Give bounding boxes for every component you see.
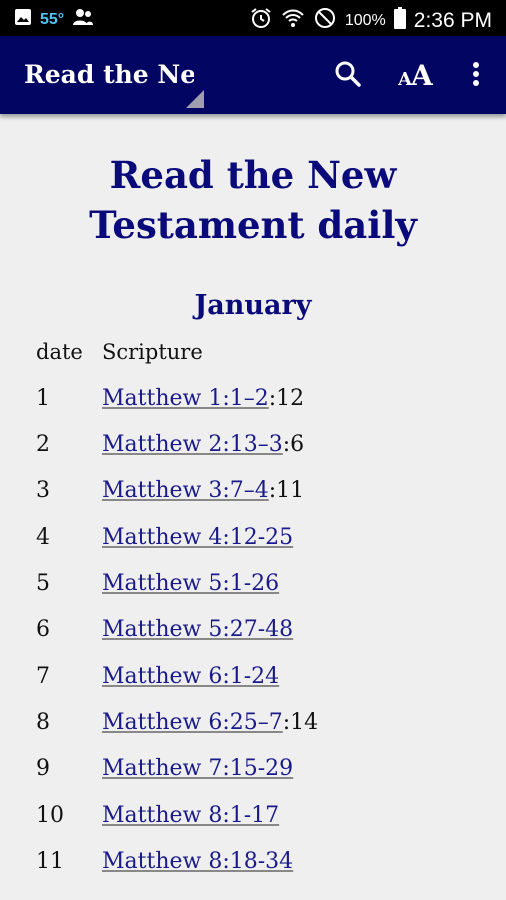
- scripture-link[interactable]: Matthew 2:13–3: [102, 432, 283, 457]
- reading-scripture: Matthew 3:7–4:11: [102, 478, 304, 503]
- scripture-suffix: :12: [268, 386, 305, 411]
- page-title-line1: Read the New: [109, 153, 397, 197]
- overflow-menu-button[interactable]: [464, 58, 488, 94]
- reading-date: 6: [36, 617, 50, 642]
- reading-date: 4: [36, 525, 50, 550]
- temperature: 55°: [40, 10, 65, 28]
- scripture-link[interactable]: Matthew 3:7–4: [102, 478, 269, 503]
- table-row: 10 Matthew 8:1-17: [0, 803, 506, 843]
- people-icon: [72, 8, 94, 31]
- font-size-icon: AA: [397, 59, 436, 92]
- dropdown-indicator-icon[interactable]: [186, 90, 204, 108]
- more-vert-icon: [472, 61, 480, 91]
- reading-scripture: Matthew 5:1-26: [102, 571, 279, 596]
- scripture-link[interactable]: Matthew 8:1-17: [102, 803, 279, 828]
- do-not-disturb-icon: [313, 6, 337, 35]
- table-row: 2 Matthew 2:13–3:6: [0, 432, 506, 472]
- reading-scripture: Matthew 7:15-29: [102, 756, 293, 781]
- scripture-suffix: :11: [268, 478, 305, 503]
- scripture-link[interactable]: Matthew 5:1-26: [102, 571, 279, 596]
- table-row: 7 Matthew 6:1-24: [0, 664, 506, 704]
- scripture-suffix: :6: [282, 432, 305, 457]
- reading-date: 10: [36, 803, 64, 828]
- reading-scripture: Matthew 1:1–2:12: [102, 386, 304, 411]
- status-left: 55°: [14, 8, 94, 31]
- search-button[interactable]: [330, 58, 366, 94]
- table-row: 11 Matthew 8:18-34: [0, 849, 506, 889]
- wifi-icon: [281, 6, 305, 35]
- clock: 2:36 PM: [413, 8, 492, 32]
- svg-text:A: A: [410, 60, 434, 88]
- text-size-button[interactable]: AA: [396, 58, 438, 94]
- scripture-column-header: Scripture: [102, 340, 203, 364]
- scripture-link[interactable]: Matthew 8:18-34: [102, 849, 293, 874]
- scripture-suffix: :14: [282, 710, 319, 735]
- reading-scripture: Matthew 4:12-25: [102, 525, 293, 550]
- reading-scripture: Matthew 6:1-24: [102, 664, 279, 689]
- reading-scripture: Matthew 5:27-48: [102, 617, 293, 642]
- month-heading: January: [194, 290, 312, 321]
- scripture-link[interactable]: Matthew 5:27-48: [102, 617, 293, 642]
- date-column-header: date: [36, 340, 83, 364]
- reading-date: 1: [36, 386, 50, 411]
- reading-date: 5: [36, 571, 50, 596]
- scripture-link[interactable]: Matthew 6:1-24: [102, 664, 279, 689]
- reading-scripture: Matthew 8:1-17: [102, 803, 279, 828]
- status-bar: 55° 100% 2:36 PM: [0, 0, 506, 36]
- page-title-line2: Testament daily: [89, 203, 417, 247]
- gallery-icon: [14, 8, 32, 31]
- reading-scripture: Matthew 2:13–3:6: [102, 432, 304, 457]
- status-right: 100% 2:36 PM: [249, 6, 492, 35]
- table-row: 4 Matthew 4:12-25: [0, 525, 506, 565]
- battery-percent: 100%: [344, 11, 386, 29]
- scripture-link[interactable]: Matthew 4:12-25: [102, 525, 293, 550]
- page-title: Read the New Testament daily: [0, 150, 506, 250]
- scripture-link[interactable]: Matthew 1:1–2: [102, 386, 269, 411]
- app-bar: Read the Ne AA: [0, 36, 506, 114]
- reading-date: 7: [36, 664, 50, 689]
- alarm-icon: [249, 6, 273, 35]
- book-selector-title[interactable]: Read the Ne: [24, 60, 194, 89]
- table-row: 1 Matthew 1:1–2:12: [0, 386, 506, 426]
- reading-date: 11: [36, 849, 64, 874]
- reading-scripture: Matthew 8:18-34: [102, 849, 293, 874]
- table-row: 9 Matthew 7:15-29: [0, 756, 506, 796]
- reading-date: 8: [36, 710, 50, 735]
- table-row: 5 Matthew 5:1-26: [0, 571, 506, 611]
- reading-date: 9: [36, 756, 50, 781]
- search-icon: [334, 60, 362, 92]
- reading-scripture: Matthew 6:25–7:14: [102, 710, 318, 735]
- table-row: 3 Matthew 3:7–4:11: [0, 478, 506, 518]
- reading-date: 2: [36, 432, 50, 457]
- table-row: 8 Matthew 6:25–7:14: [0, 710, 506, 750]
- table-row: 6 Matthew 5:27-48: [0, 617, 506, 657]
- reading-date: 3: [36, 478, 50, 503]
- battery-icon: [393, 7, 406, 34]
- scripture-link[interactable]: Matthew 7:15-29: [102, 756, 293, 781]
- scripture-link[interactable]: Matthew 6:25–7: [102, 710, 283, 735]
